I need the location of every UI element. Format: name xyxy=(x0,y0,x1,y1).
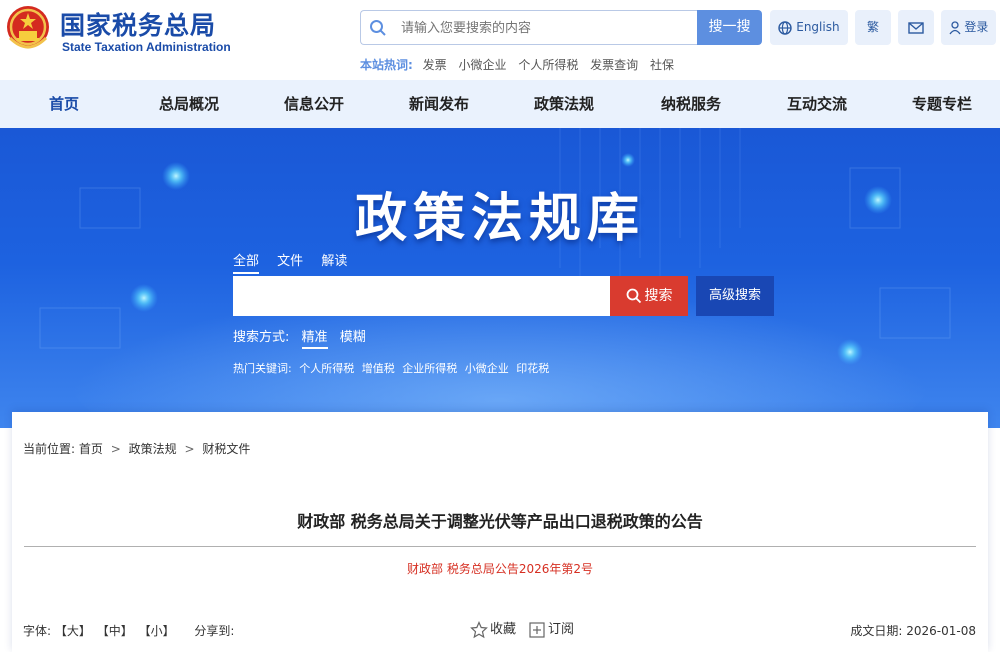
user-icon xyxy=(949,20,961,34)
favorite-button[interactable]: 收藏 xyxy=(470,618,516,639)
subscribe-label: 订阅 xyxy=(548,622,575,637)
site-search-button[interactable]: 搜一搜 xyxy=(697,10,762,45)
english-label: English xyxy=(796,20,840,34)
font-size-large[interactable]: 【大】 xyxy=(55,624,91,638)
breadcrumb-separator: > xyxy=(110,442,121,456)
nav-item-home[interactable]: 首页 xyxy=(14,80,114,128)
date-label: 成文日期: xyxy=(850,624,903,638)
nav-item-tax-service[interactable]: 纳税服务 xyxy=(641,80,741,128)
share-label: 分享到: xyxy=(194,624,235,638)
nav-item-policy[interactable]: 政策法规 xyxy=(514,80,614,128)
hot-keyword-link[interactable]: 企业所得税 xyxy=(402,362,457,375)
mail-icon xyxy=(908,21,924,34)
search-icon xyxy=(626,288,641,304)
login-button[interactable]: 登录 xyxy=(941,10,996,45)
mode-fuzzy[interactable]: 模糊 xyxy=(340,326,366,347)
site-name-cn[interactable]: 国家税务总局 xyxy=(60,6,216,42)
nav-item-news[interactable]: 新闻发布 xyxy=(389,80,489,128)
breadcrumb-label: 当前位置: xyxy=(23,442,76,456)
mode-exact[interactable]: 精准 xyxy=(301,326,328,349)
hot-words-title: 本站热词: xyxy=(360,58,413,72)
hot-keywords-label: 热门关键词: xyxy=(233,362,292,375)
site-name-en[interactable]: State Taxation Administration xyxy=(62,40,231,54)
article-title: 财政部 税务总局关于调整光伏等产品出口退税政策的公告 xyxy=(297,512,703,531)
breadcrumb-fiscal-docs[interactable]: 财税文件 xyxy=(202,442,250,456)
nav-item-interaction[interactable]: 互动交流 xyxy=(767,80,867,128)
english-button[interactable]: English xyxy=(770,10,848,45)
hot-word-link[interactable]: 发票 xyxy=(423,58,447,72)
article-card: 当前位置: 首页 > 政策法规 > 财税文件 财政部 税务总局关于调整光伏等产品… xyxy=(12,412,988,652)
globe-icon xyxy=(778,20,793,35)
breadcrumb-home[interactable]: 首页 xyxy=(79,442,103,456)
tab-all[interactable]: 全部 xyxy=(233,250,260,274)
title-divider xyxy=(24,546,976,547)
search-icon xyxy=(370,20,386,36)
nav-item-topics[interactable]: 专题专栏 xyxy=(892,80,992,128)
main-nav: 首页 总局概况 信息公开 新闻发布 政策法规 纳税服务 互动交流 专题专栏 xyxy=(0,80,1000,128)
document-number: 财政部 税务总局公告2026年第2号 xyxy=(407,562,593,576)
policy-search-button[interactable]: 搜索 xyxy=(610,276,688,316)
star-icon xyxy=(470,620,488,638)
traditional-label: 繁 xyxy=(866,20,879,34)
policy-search-input[interactable] xyxy=(233,276,610,316)
nav-item-disclosure[interactable]: 信息公开 xyxy=(264,80,364,128)
breadcrumb-separator: > xyxy=(184,442,195,456)
banner-title: 政策法规库 xyxy=(354,188,645,249)
hot-words: 本站热词: 发票 小微企业 个人所得税 发票查询 社保 xyxy=(360,56,682,73)
search-mode-label: 搜索方式: xyxy=(233,330,290,345)
breadcrumb-policy[interactable]: 政策法规 xyxy=(129,442,177,456)
hot-word-link[interactable]: 发票查询 xyxy=(590,58,638,72)
hot-word-link[interactable]: 小微企业 xyxy=(458,58,506,72)
login-label: 登录 xyxy=(964,20,989,34)
site-search-box xyxy=(360,10,698,45)
tab-interpretation[interactable]: 解读 xyxy=(321,250,347,272)
date-value: 2026-01-08 xyxy=(906,624,976,638)
subscribe-button[interactable]: 订阅 xyxy=(528,618,574,639)
subscribe-icon xyxy=(529,621,545,638)
search-mode: 搜索方式: 精准 模糊 xyxy=(233,326,366,349)
document-date: 成文日期: 2026-01-08 xyxy=(850,622,976,639)
hot-keyword-link[interactable]: 增值税 xyxy=(362,362,395,375)
traditional-chinese-button[interactable]: 繁 xyxy=(855,10,891,45)
banner-tabs: 全部 文件 解读 xyxy=(233,250,361,274)
font-size-tools: 字体: 【大】 【中】 【小】 分享到: xyxy=(23,622,234,639)
national-emblem-icon[interactable] xyxy=(4,4,52,52)
policy-search-banner: 政策法规库 全部 文件 解读 搜索 高级搜索 搜索方式: 精准 模糊 热门关键词… xyxy=(0,128,1000,428)
policy-search-label: 搜索 xyxy=(644,288,673,304)
advanced-search-button[interactable]: 高级搜索 xyxy=(696,276,774,316)
font-size-small[interactable]: 【小】 xyxy=(139,624,175,638)
font-size-label: 字体: xyxy=(23,624,52,638)
favorite-label: 收藏 xyxy=(490,622,517,637)
hot-word-link[interactable]: 社保 xyxy=(650,58,674,72)
hot-keyword-link[interactable]: 个人所得税 xyxy=(299,362,354,375)
hot-word-link[interactable]: 个人所得税 xyxy=(518,58,578,72)
tab-documents[interactable]: 文件 xyxy=(277,250,303,272)
hot-keyword-link[interactable]: 印花税 xyxy=(516,362,549,375)
breadcrumb: 当前位置: 首页 > 政策法规 > 财税文件 xyxy=(23,440,250,457)
hot-keyword-link[interactable]: 小微企业 xyxy=(465,362,509,375)
mail-button[interactable] xyxy=(898,10,934,45)
font-size-medium[interactable]: 【中】 xyxy=(97,624,133,638)
site-search-input[interactable] xyxy=(401,17,691,39)
site-header: 国家税务总局 State Taxation Administration 搜一搜… xyxy=(0,0,1000,80)
nav-item-overview[interactable]: 总局概况 xyxy=(139,80,239,128)
hot-keywords: 热门关键词: 个人所得税 增值税 企业所得税 小微企业 印花税 xyxy=(233,360,553,376)
